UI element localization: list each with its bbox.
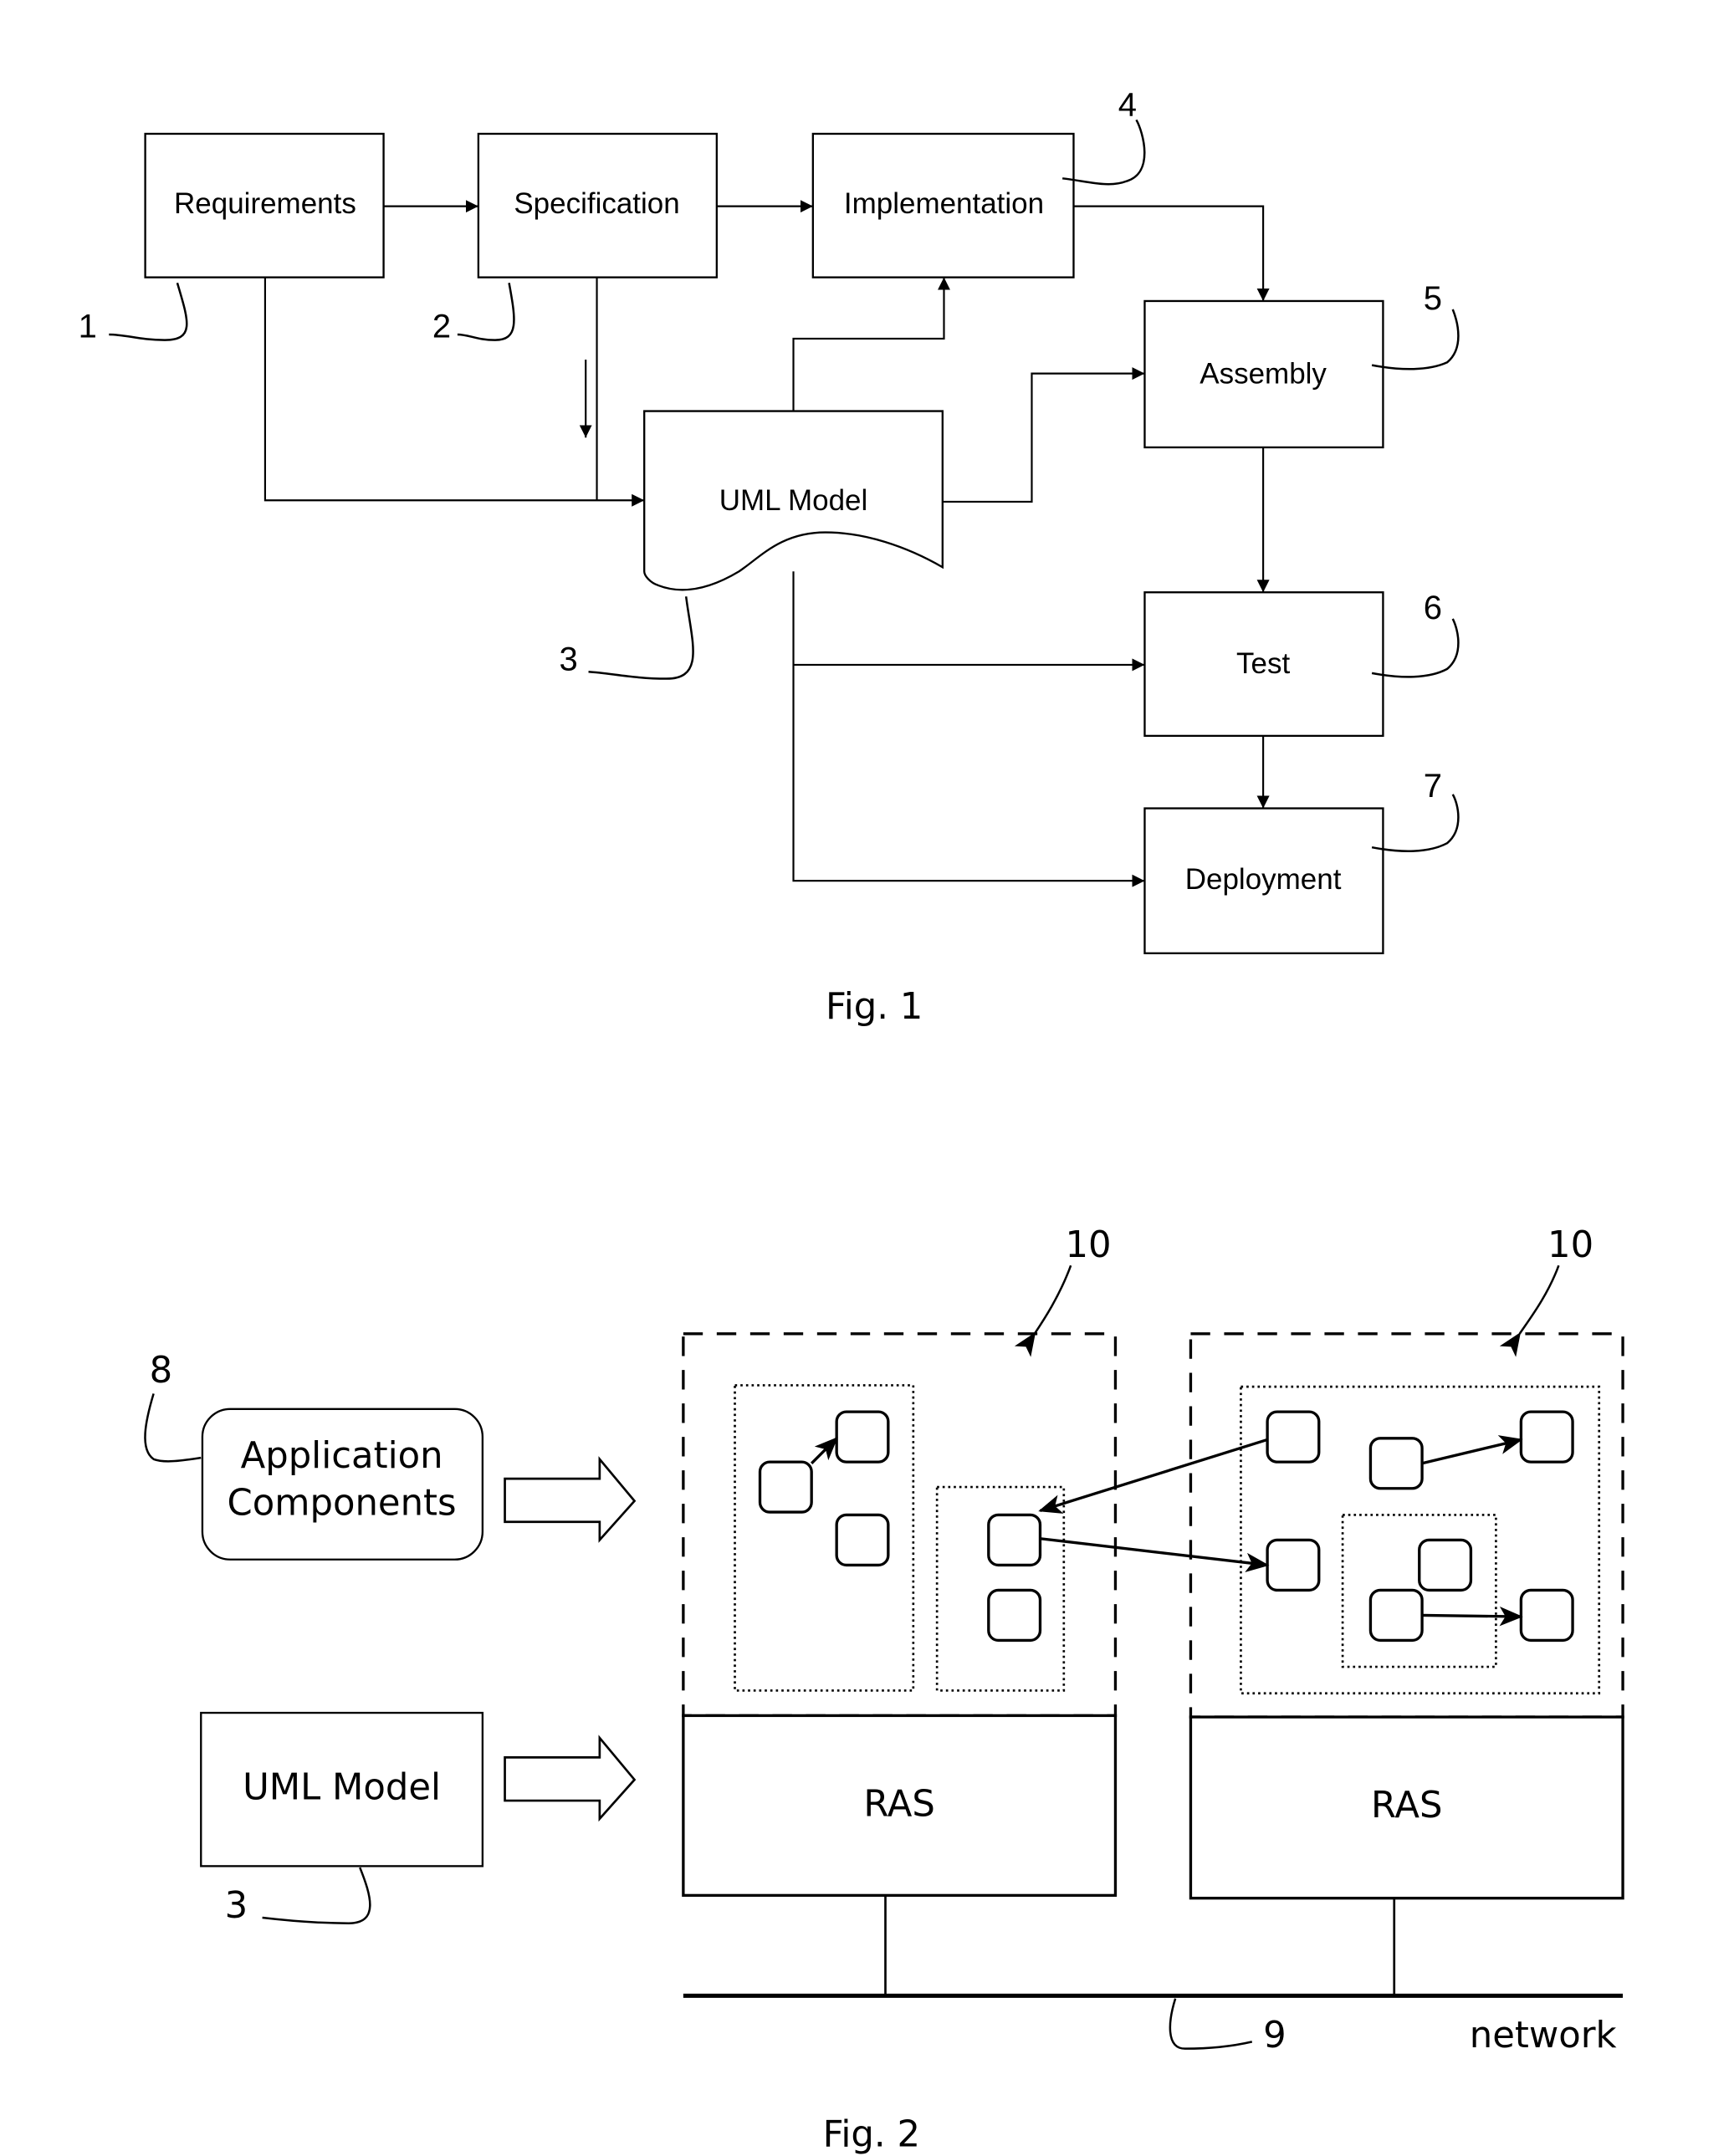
network-label: network (1470, 2015, 1617, 2056)
deployment-label: Deployment (1185, 863, 1342, 896)
component-connection (810, 1437, 838, 1464)
ref-10-right: 10 (1547, 1224, 1593, 1266)
component (758, 1460, 813, 1514)
ref-4: 4 (1118, 86, 1137, 123)
component (1519, 1588, 1574, 1643)
component (835, 1410, 890, 1464)
leader-10-left (1014, 1264, 1072, 1357)
assembly-box: Assembly (1143, 299, 1384, 449)
leader-4 (1061, 119, 1146, 186)
implementation-label: Implementation (844, 187, 1044, 220)
specification-label: Specification (514, 187, 679, 220)
specification-box: Specification (477, 132, 719, 278)
ref-5: 5 (1424, 280, 1442, 317)
leader-2 (457, 283, 515, 341)
component (987, 1588, 1042, 1643)
component (1266, 1410, 1321, 1464)
ref-10-left: 10 (1065, 1224, 1111, 1266)
uml-model-box: UML Model (200, 1711, 484, 1867)
leader-5 (1371, 309, 1460, 370)
application-components-box: Application Components (201, 1408, 484, 1561)
hollow-arrow-uml (504, 1735, 637, 1822)
requirements-label: Requirements (174, 187, 356, 220)
uml-model-document: UML Model (643, 410, 944, 591)
patent-figures: Requirements Specification Implementatio… (79, 86, 1624, 2155)
container-left (682, 1332, 1118, 1718)
ras-left-label: RAS (863, 1783, 934, 1825)
arrow-impl-to-assembly (1073, 205, 1270, 301)
assembly-label: Assembly (1200, 357, 1327, 390)
ref-2: 2 (432, 308, 451, 345)
test-label: Test (1236, 647, 1290, 680)
ref-3-fig2: 3 (225, 1885, 248, 1927)
container-right (1189, 1332, 1624, 1719)
leader-8 (144, 1393, 202, 1463)
arrow-uml-to-impl (792, 277, 950, 411)
deployment-box: Deployment (1143, 807, 1384, 955)
ref-9: 9 (1263, 2015, 1287, 2056)
cross-node-connection (1040, 1537, 1270, 1573)
component-connection (1421, 1435, 1523, 1465)
cross-node-connection (1038, 1438, 1268, 1514)
arrow-req-to-uml (263, 277, 645, 507)
component (987, 1513, 1042, 1567)
figure-1: Requirements Specification Implementatio… (79, 86, 1460, 1028)
hollow-arrow-components (504, 1456, 637, 1543)
leader-6 (1371, 618, 1460, 678)
component (1368, 1588, 1424, 1643)
ref-1: 1 (79, 308, 97, 345)
leader-3 (588, 596, 694, 680)
ref-8: 8 (150, 1350, 173, 1392)
arrow-uml-to-deployment (792, 571, 1145, 887)
component (1368, 1437, 1424, 1490)
leader-1 (109, 282, 188, 341)
ref-6: 6 (1424, 590, 1442, 626)
ras-left: RAS (682, 1714, 1118, 1898)
arrow-uml-to-assembly (942, 367, 1145, 503)
uml-model-label: UML Model (719, 484, 868, 517)
component (1266, 1538, 1321, 1592)
application-components-label-line2: Components (228, 1482, 457, 1524)
figure-2: Application Components 8 UML Model 3 RAS… (144, 1224, 1624, 2155)
application-components-label-line1: Application (241, 1435, 443, 1477)
leader-3-fig2 (262, 1867, 371, 1924)
test-box: Test (1143, 591, 1384, 738)
leader-7 (1371, 794, 1460, 852)
component-group-right-inner (1341, 1514, 1497, 1668)
leader-9 (1169, 1998, 1253, 2050)
implementation-box: Implementation (811, 132, 1075, 278)
ras-right: RAS (1189, 1715, 1624, 1900)
component (1519, 1410, 1574, 1464)
component-connection (1422, 1607, 1523, 1627)
component (1418, 1538, 1473, 1592)
component (835, 1513, 890, 1567)
requirements-box: Requirements (144, 132, 385, 278)
figure-2-caption: Fig. 2 (823, 2113, 920, 2155)
ref-3: 3 (560, 641, 578, 678)
figure-1-caption: Fig. 1 (826, 986, 923, 1028)
leader-10-right (1499, 1264, 1560, 1357)
uml-model-label-fig2: UML Model (243, 1766, 441, 1808)
ras-right-label: RAS (1371, 1785, 1442, 1826)
ref-7: 7 (1424, 768, 1442, 805)
